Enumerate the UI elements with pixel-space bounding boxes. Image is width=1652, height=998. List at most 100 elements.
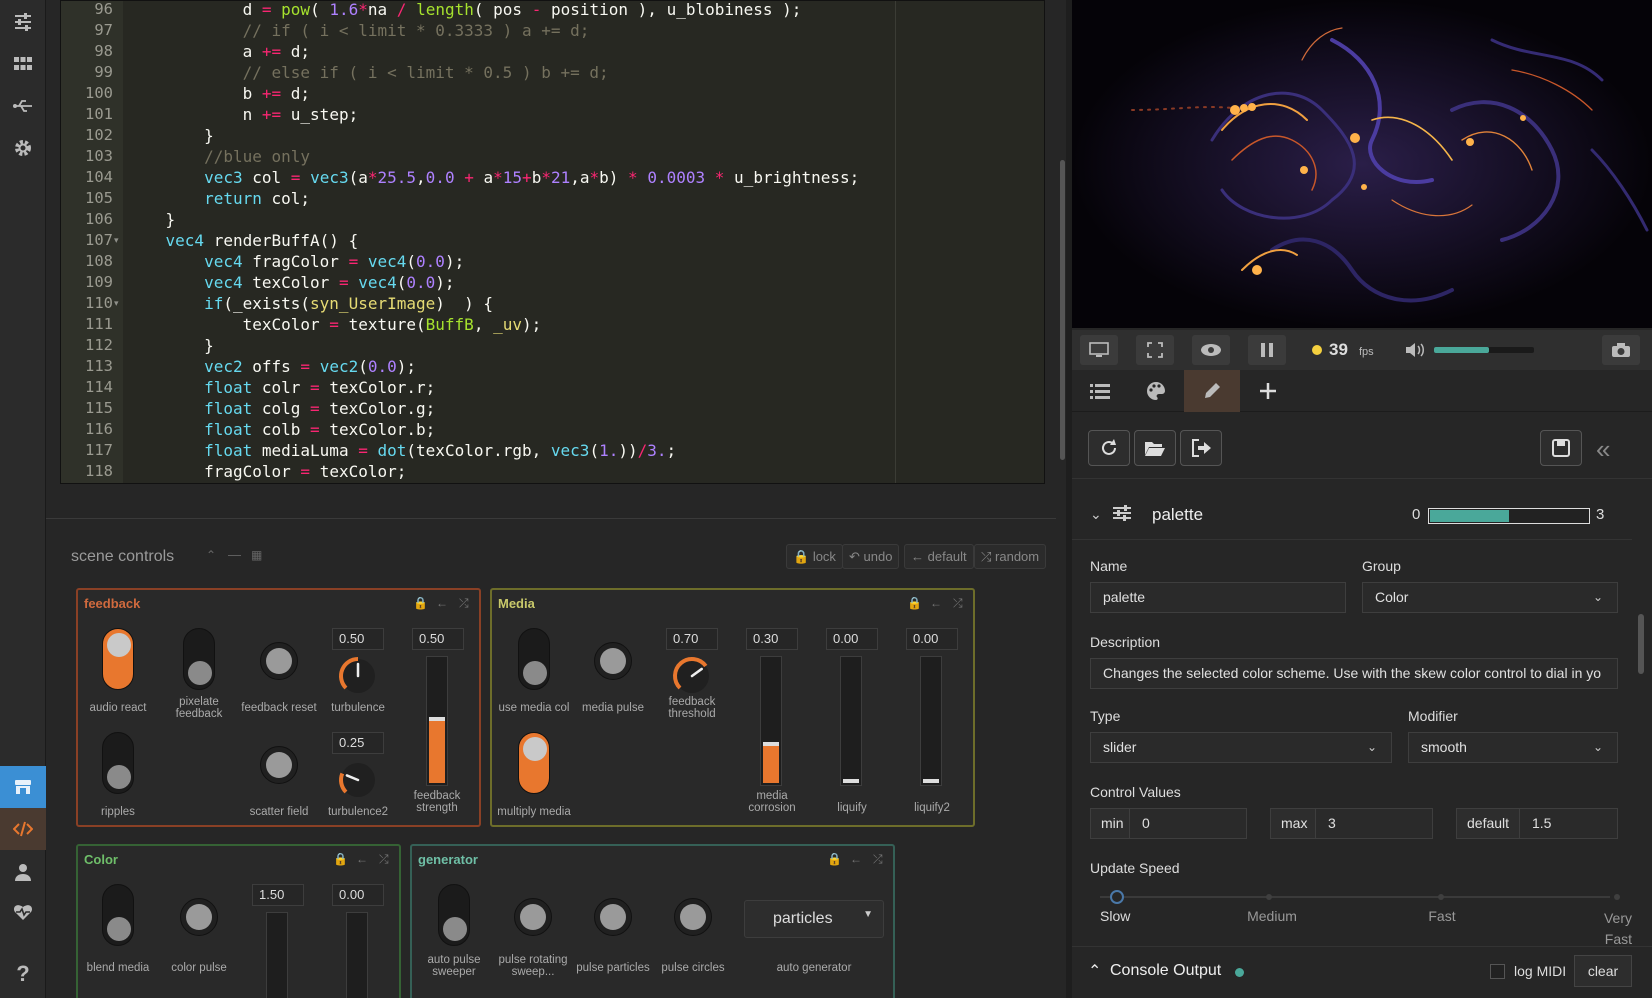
color-slider2-value[interactable]: 0.00 [332,884,384,906]
code-line[interactable]: vec2 offs = vec2(0.0); [127,356,416,377]
store-icon[interactable] [0,766,46,808]
pixelate-feedback-toggle[interactable] [183,628,215,690]
turbulence2-knob[interactable] [336,758,380,802]
chevron-up-icon[interactable]: ⌃ [1088,961,1101,981]
volume-icon[interactable] [1404,341,1426,364]
code-line[interactable]: return col; [127,188,310,209]
shuffle-icon[interactable]: ⤮ [873,852,883,867]
name-input[interactable]: palette [1090,582,1346,613]
liquify2-slider[interactable] [920,656,942,786]
pulse-rotating-sweep-button[interactable] [514,898,552,936]
feedback-reset-button[interactable] [260,642,298,680]
arrow-left-icon[interactable]: ← [930,596,942,610]
lock-icon[interactable]: 🔒 [413,596,428,610]
pane-scrollbar[interactable] [1638,614,1644,674]
feedback-threshold-knob[interactable] [670,654,714,698]
plus-icon[interactable] [1240,370,1296,412]
shuffle-icon[interactable]: ⤮ [953,596,963,611]
feedback-strength-value[interactable]: 0.50 [412,628,464,650]
heart-pulse-icon[interactable] [0,892,46,932]
folder-open-icon[interactable] [1134,430,1176,466]
grid-small-icon[interactable]: ▦ [251,548,262,562]
code-line[interactable]: fragColor = texColor; [127,461,406,482]
type-select[interactable]: slider ⌄ [1090,732,1392,763]
turbulence2-value[interactable]: 0.25 [332,732,384,754]
code-editor[interactable]: 96 97 98 99 100 101 102 103 104 105 106 107 ▾ 108 109 1… [60,0,1045,484]
fold-icon[interactable]: ▾ [114,298,119,309]
color-slider2[interactable] [346,912,368,998]
blend-media-toggle[interactable] [102,884,134,946]
volume-slider[interactable] [1434,347,1534,353]
code-line[interactable]: vec4 texColor = vec4(0.0); [127,272,455,293]
pulse-particles-button[interactable] [594,898,632,936]
random-button[interactable]: ⤮ random [974,544,1047,569]
liquify2-value[interactable]: 0.00 [906,628,958,650]
minimize-icon[interactable]: — [228,547,241,562]
code-line[interactable]: //blue only [127,146,310,167]
arrow-left-icon[interactable]: ← [850,852,862,866]
user-icon[interactable] [0,852,46,892]
edit-pencil-icon[interactable] [1184,370,1240,412]
auto-pulse-sweeper-toggle[interactable] [438,884,470,946]
code-line[interactable]: float colr = texColor.r; [127,377,435,398]
eye-icon[interactable] [1192,335,1230,365]
code-line[interactable]: b += d; [127,83,310,104]
lock-button[interactable]: 🔒 lock [786,544,843,569]
code-line[interactable]: vec4 fragColor = vec4(0.0); [127,251,464,272]
grid-icon[interactable] [0,44,46,84]
media-pulse-button[interactable] [594,642,632,680]
update-speed-thumb[interactable] [1110,890,1124,904]
liquify-value[interactable]: 0.00 [826,628,878,650]
code-line[interactable]: // if ( i < limit * 0.3333 ) a += d; [127,20,590,41]
lock-icon[interactable]: 🔒 [827,852,842,866]
code-line[interactable]: texColor = texture(BuffB, _uv); [127,314,542,335]
pulse-circles-button[interactable] [674,898,712,936]
code-line[interactable]: } [127,125,214,146]
code-line[interactable]: if(_exists(syn_UserImage) ) { [127,293,493,314]
monitor-icon[interactable] [1080,335,1118,365]
default-button[interactable]: ← default [904,544,974,569]
modifier-select[interactable]: smooth ⌄ [1408,732,1618,763]
scatter-field-button[interactable] [260,746,298,784]
collapse-icon[interactable]: ⌃ [206,548,216,562]
liquify-slider[interactable] [840,656,862,786]
group-select[interactable]: Color ⌄ [1362,582,1618,613]
turbulence-value[interactable]: 0.50 [332,628,384,650]
usb-icon[interactable] [0,86,46,126]
code-line[interactable]: float colg = texColor.g; [127,398,435,419]
list-icon[interactable] [1072,370,1128,412]
help-icon[interactable]: ? [0,954,46,994]
log-midi-checkbox[interactable] [1490,964,1505,979]
shuffle-icon[interactable]: ⤮ [459,596,469,611]
color-pulse-button[interactable] [180,898,218,936]
code-icon[interactable] [0,808,46,850]
color-slider1-value[interactable]: 1.50 [252,884,304,906]
default-input[interactable]: 1.5 [1519,808,1618,839]
clear-button[interactable]: clear [1574,955,1632,987]
control-value-bar[interactable] [1428,508,1590,524]
console-output-title[interactable]: Console Output [1110,962,1221,980]
code-line[interactable]: vec4 renderBuffA() { [127,230,359,251]
save-icon[interactable] [1540,430,1582,466]
code-line[interactable]: float colb = texColor.b; [127,419,435,440]
sliders-icon[interactable] [0,2,46,42]
shuffle-icon[interactable]: ⤮ [379,852,389,867]
fullscreen-icon[interactable] [1136,335,1174,365]
undo-button[interactable]: ↶ undo [842,544,900,569]
gear-icon[interactable] [0,128,46,168]
palette-icon[interactable] [1128,370,1184,412]
media-corrosion-value[interactable]: 0.30 [746,628,798,650]
code-line[interactable]: d = pow( 1.6*na / length( pos - position… [127,0,802,20]
camera-icon[interactable] [1602,335,1640,365]
use-media-col-toggle[interactable] [518,628,550,690]
arrow-left-icon[interactable]: ← [356,852,368,866]
reload-icon[interactable] [1088,430,1130,466]
update-speed-slider[interactable] [1100,896,1610,898]
lock-icon[interactable]: 🔒 [333,852,348,866]
arrow-left-icon[interactable]: ← [436,596,448,610]
turbulence-knob[interactable] [336,654,380,698]
code-line[interactable]: // else if ( i < limit * 0.5 ) b += d; [127,62,609,83]
max-input[interactable]: 3 [1315,808,1433,839]
feedback-strength-slider[interactable] [426,656,448,786]
min-input[interactable]: 0 [1129,808,1247,839]
